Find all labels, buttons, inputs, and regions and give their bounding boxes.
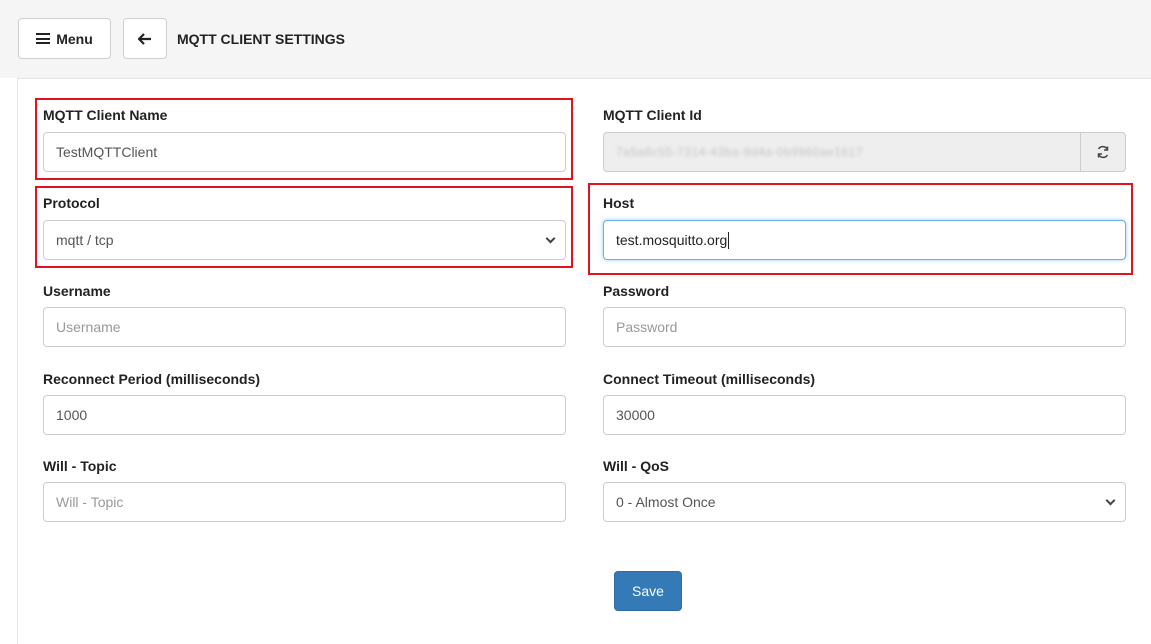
menu-button[interactable]: Menu bbox=[18, 18, 111, 59]
chevron-down-icon bbox=[1105, 495, 1116, 506]
client-id-label: MQTT Client Id bbox=[603, 107, 702, 123]
will-qos-value: 0 - Almost Once bbox=[616, 494, 716, 510]
password-input[interactable]: Password bbox=[603, 307, 1126, 347]
back-button[interactable] bbox=[123, 18, 167, 59]
connect-timeout-label: Connect Timeout (milliseconds) bbox=[603, 371, 816, 387]
arrow-left-icon bbox=[138, 32, 151, 45]
will-qos-label: Will - QoS bbox=[603, 458, 669, 474]
highlight-protocol bbox=[35, 186, 573, 268]
connect-timeout-input[interactable]: 30000 bbox=[603, 395, 1126, 435]
page-title: MQTT CLIENT SETTINGS bbox=[177, 31, 345, 47]
menu-label: Menu bbox=[56, 30, 93, 47]
username-label: Username bbox=[43, 283, 111, 299]
regenerate-id-button[interactable] bbox=[1080, 132, 1126, 172]
save-button[interactable]: Save bbox=[614, 571, 682, 611]
will-topic-label: Will - Topic bbox=[43, 458, 117, 474]
reconnect-period-input[interactable]: 1000 bbox=[43, 395, 566, 435]
will-topic-input[interactable]: Will - Topic bbox=[43, 482, 566, 522]
reconnect-period-label: Reconnect Period (milliseconds) bbox=[43, 371, 261, 387]
top-bar: Menu MQTT CLIENT SETTINGS bbox=[0, 0, 1151, 78]
will-qos-select[interactable]: 0 - Almost Once bbox=[603, 482, 1126, 522]
hamburger-icon bbox=[36, 33, 51, 44]
username-input[interactable]: Username bbox=[43, 307, 566, 347]
highlight-host bbox=[588, 183, 1133, 275]
highlight-client-name bbox=[35, 98, 573, 180]
client-id-input[interactable]: 7a5a6c55-7314-43ba-9d4a-0b9960ae1617 bbox=[603, 132, 1081, 172]
password-label: Password bbox=[603, 283, 670, 299]
client-id-value: 7a5a6c55-7314-43ba-9d4a-0b9960ae1617 bbox=[616, 145, 863, 159]
refresh-icon bbox=[1097, 145, 1109, 159]
